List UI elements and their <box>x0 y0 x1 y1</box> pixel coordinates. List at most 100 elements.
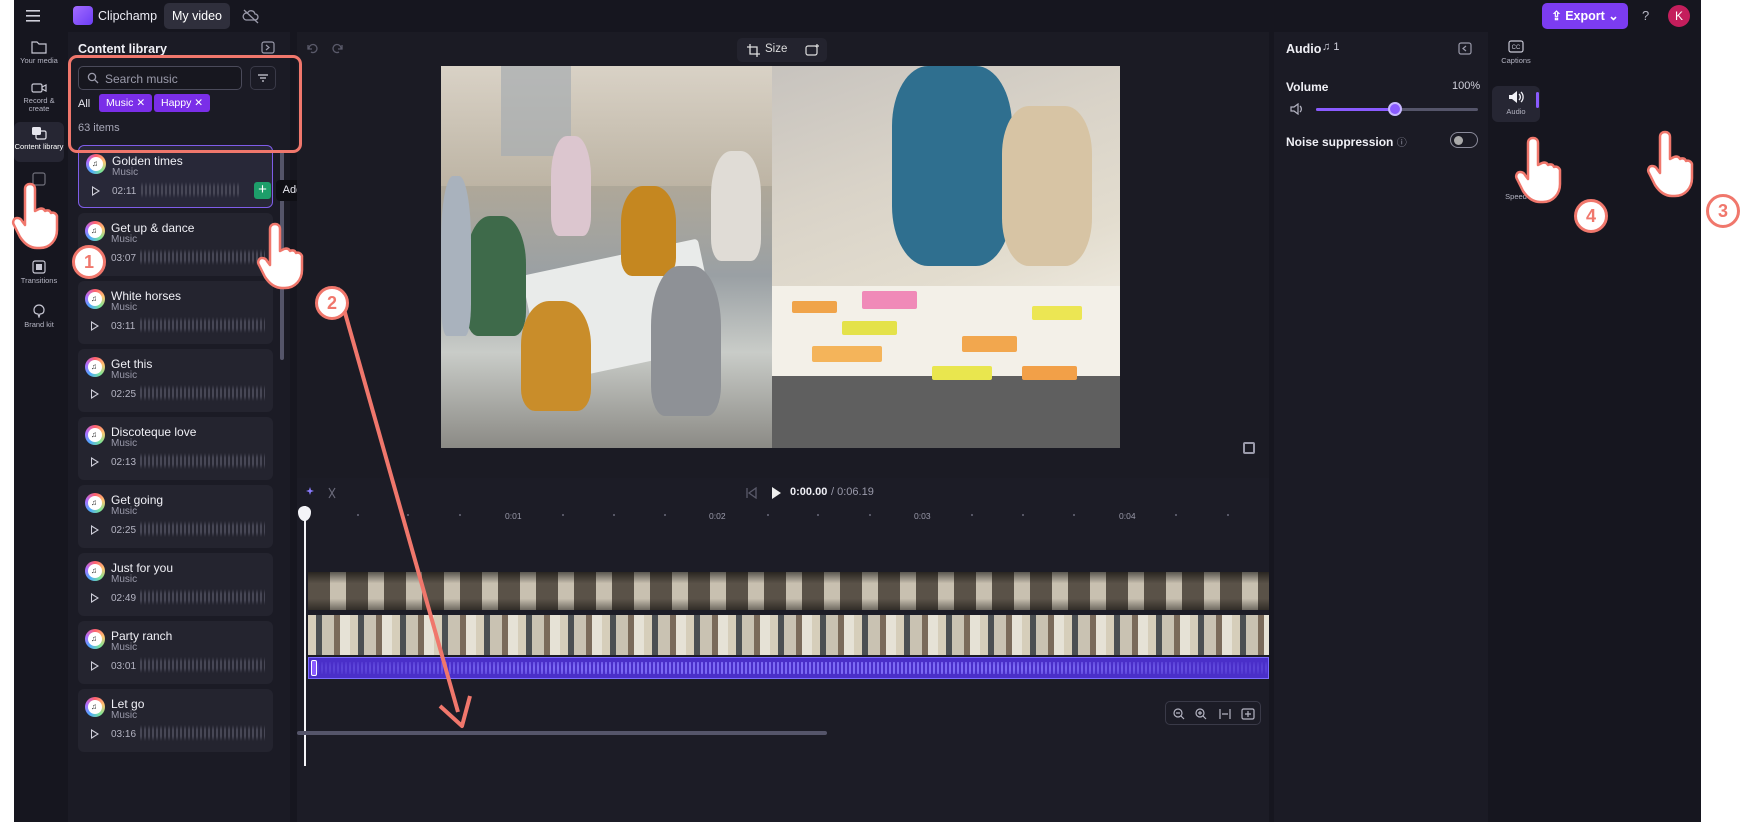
rail-item-content-library[interactable]: Content library <box>14 122 64 162</box>
ruler-label: 0:01 <box>505 511 522 521</box>
upload-icon: ⇪ <box>1551 9 1566 23</box>
rail-item-record[interactable]: Record & create <box>14 82 64 116</box>
collapse-panel-icon[interactable] <box>1458 42 1472 55</box>
play-icon[interactable] <box>91 729 99 739</box>
list-item[interactable]: ♫ Party ranch Music 03:01 <box>78 621 273 684</box>
step-badge-2: 2 <box>315 286 349 320</box>
panel-title: Content library <box>78 42 167 56</box>
rail-item-your-media[interactable]: Your media <box>14 40 64 74</box>
speaker-icon <box>1509 91 1524 103</box>
audio-count-badge: ♫ 1 <box>1322 41 1340 53</box>
waveform <box>141 182 241 198</box>
panel-title: Audio <box>1286 42 1322 56</box>
info-icon[interactable]: ⓘ <box>1397 138 1407 149</box>
video-track-1[interactable] <box>308 572 1269 610</box>
collapse-panel-icon[interactable] <box>261 41 275 54</box>
undo-redo-icons[interactable] <box>305 42 345 56</box>
music-note-icon: ♫ <box>85 221 105 241</box>
music-note-icon: ♫ <box>85 357 105 377</box>
rail-item-brand-kit[interactable]: Brand kit <box>14 304 64 338</box>
aspect-ratio-button[interactable]: Size <box>737 38 827 62</box>
content-library-icon <box>32 127 47 140</box>
list-item[interactable]: ♫ Get up & dance Music 03:07 <box>78 213 273 276</box>
pointer-hand-icon <box>256 222 304 290</box>
zoom-icons[interactable] <box>1172 707 1256 721</box>
top-bar: Clipchamp My video ⇪ Export ⌄ ? K <box>14 0 1701 32</box>
play-icon[interactable] <box>91 525 99 535</box>
video-frame-right <box>772 66 1120 448</box>
list-item[interactable]: ♫ Just for you Music 02:49 <box>78 553 273 616</box>
export-button[interactable]: ⇪ Export ⌄ <box>1542 3 1628 29</box>
music-note-icon: ♫ <box>85 425 105 445</box>
audio-track[interactable] <box>308 657 1269 679</box>
playhead[interactable] <box>304 506 306 766</box>
waveform <box>140 385 265 401</box>
hamburger-menu-icon[interactable] <box>24 7 42 25</box>
pointer-hand-icon <box>1646 130 1694 198</box>
play-button[interactable] <box>772 487 781 499</box>
current-time: 0:00.00 <box>790 486 828 498</box>
volume-slider-fill <box>1316 108 1396 111</box>
waveform <box>140 453 265 469</box>
total-time: / 0:06.19 <box>831 486 874 498</box>
list-item[interactable]: ♫ White horses Music 03:11 <box>78 281 273 344</box>
play-icon[interactable] <box>91 389 99 399</box>
play-icon[interactable] <box>91 593 99 603</box>
add-media-icon[interactable] <box>805 43 821 57</box>
active-indicator <box>1536 92 1539 108</box>
video-frame-left <box>441 66 772 448</box>
volume-slider-knob[interactable] <box>1388 102 1403 116</box>
app-name: Clipchamp <box>98 9 158 23</box>
speaker-icon[interactable] <box>1290 103 1304 115</box>
step-badge-3: 3 <box>1706 194 1740 228</box>
ruler-label: 0:03 <box>914 511 931 521</box>
list-item[interactable]: ♫ Discoteque love Music 02:13 <box>78 417 273 480</box>
transitions-icon <box>32 260 46 274</box>
music-note-icon: ♫ <box>1322 41 1334 53</box>
pointer-hand-icon <box>11 182 59 250</box>
waveform <box>140 521 265 537</box>
rail-item-transitions[interactable]: Transitions <box>14 260 64 294</box>
folder-icon <box>31 41 47 54</box>
captions-icon: CC <box>1508 40 1524 53</box>
list-item[interactable]: ♫ Get this Music 02:25 <box>78 349 273 412</box>
waveform <box>140 249 265 265</box>
project-title-tab[interactable]: My video <box>164 3 230 29</box>
playhead-handle[interactable] <box>298 506 311 521</box>
play-icon[interactable] <box>91 661 99 671</box>
play-icon[interactable] <box>92 186 100 196</box>
timeline: 0:00.00 / 0:06.19 0:01 0:02 0:03 0:04 <box>297 478 1269 822</box>
fullscreen-icon[interactable] <box>1243 442 1255 454</box>
rail-item-audio[interactable]: Audio <box>1492 86 1540 122</box>
play-icon[interactable] <box>91 457 99 467</box>
waveform <box>140 725 265 741</box>
skip-back-icon[interactable] <box>745 487 757 499</box>
music-note-icon: ♫ <box>85 561 105 581</box>
volume-value: 100% <box>1452 80 1481 92</box>
waveform <box>140 589 265 605</box>
noise-suppression-toggle[interactable] <box>1450 132 1478 148</box>
brand-kit-icon <box>33 304 45 318</box>
music-note-icon: ♫ <box>86 154 106 174</box>
noise-suppression-label: Noise suppression ⓘ <box>1286 135 1407 149</box>
magic-cut-icons[interactable] <box>305 486 339 500</box>
music-note-icon: ♫ <box>85 629 105 649</box>
video-track-2[interactable] <box>308 615 1269 655</box>
list-item[interactable]: ♫ Let go Music 03:16 <box>78 689 273 752</box>
list-item[interactable]: ♫ Golden times Music 02:11 <box>78 145 273 208</box>
timeline-scrollbar[interactable] <box>297 731 827 735</box>
music-note-icon: ♫ <box>85 289 105 309</box>
add-to-timeline-button[interactable]: + <box>254 182 271 199</box>
pointer-hand-icon <box>1514 136 1562 204</box>
help-button[interactable]: ? <box>1642 8 1649 23</box>
crop-icon <box>747 44 760 57</box>
waveform <box>140 657 265 673</box>
cloud-off-icon[interactable] <box>242 8 260 24</box>
avatar[interactable]: K <box>1668 5 1690 27</box>
volume-label: Volume <box>1286 80 1329 94</box>
play-icon[interactable] <box>91 321 99 331</box>
search-highlight-box <box>68 55 302 153</box>
music-note-icon: ♫ <box>85 493 105 513</box>
list-item[interactable]: ♫ Get going Music 02:25 <box>78 485 273 548</box>
rail-item-captions[interactable]: CC Captions <box>1492 40 1540 74</box>
